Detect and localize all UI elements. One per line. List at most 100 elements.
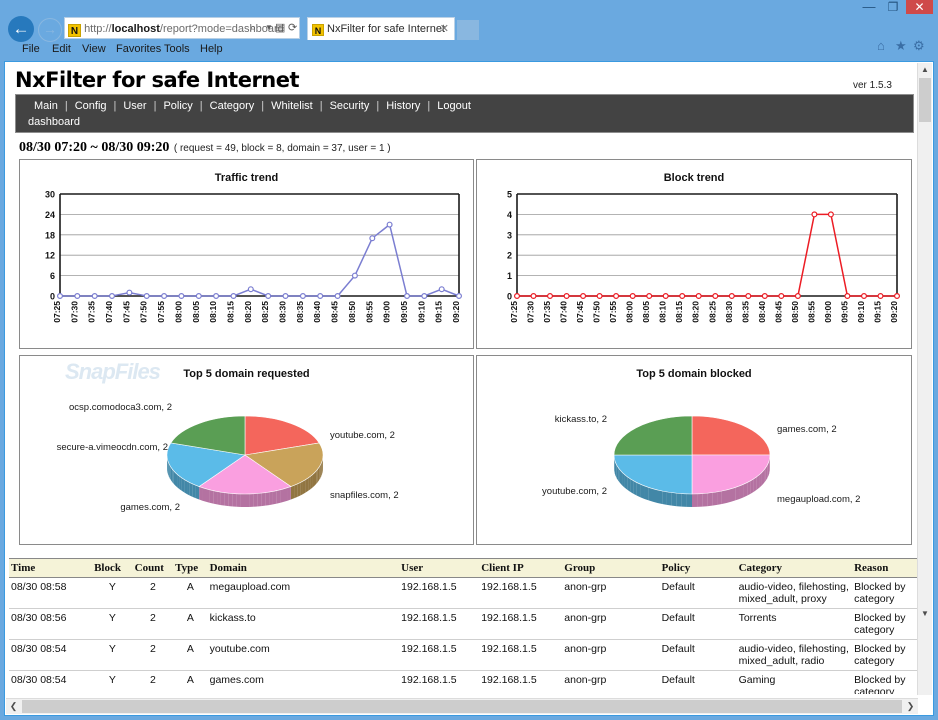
- scroll-down-icon[interactable]: ▼: [918, 607, 932, 621]
- svg-text:3: 3: [507, 230, 512, 240]
- cell-policy: Default: [660, 640, 737, 671]
- cell-count: 2: [133, 578, 174, 609]
- cell-domain: kickass.to: [208, 609, 400, 640]
- forward-icon[interactable]: →: [38, 18, 62, 42]
- cell-block: Y: [92, 671, 133, 695]
- svg-text:08:45: 08:45: [330, 301, 340, 323]
- cell-ip: 192.168.1.5: [479, 609, 562, 640]
- column-domain[interactable]: Domain: [208, 559, 400, 578]
- nav-item-policy[interactable]: Policy: [163, 100, 192, 112]
- svg-text:youtube.com, 2: youtube.com, 2: [330, 430, 395, 441]
- table-row[interactable]: 08/30 08:54Y2Agames.com192.168.1.5192.16…: [9, 671, 917, 695]
- column-type[interactable]: Type: [173, 559, 207, 578]
- vertical-scroll-thumb[interactable]: [919, 78, 931, 122]
- column-block[interactable]: Block: [92, 559, 133, 578]
- column-category[interactable]: Category: [737, 559, 853, 578]
- cell-ip: 192.168.1.5: [479, 671, 562, 695]
- cell-user: 192.168.1.5: [399, 640, 479, 671]
- cell-group: anon-grp: [562, 578, 659, 609]
- minimize-button[interactable]: —: [860, 1, 878, 13]
- svg-text:09:20: 09:20: [889, 301, 899, 323]
- nav-item-whitelist[interactable]: Whitelist: [271, 100, 313, 112]
- nav-item-history[interactable]: History: [386, 100, 420, 112]
- cell-policy: Default: [660, 671, 737, 695]
- svg-text:08:15: 08:15: [225, 301, 235, 323]
- chevron-down-icon[interactable]: ▼: [265, 17, 273, 39]
- tab-close-icon[interactable]: ✕: [440, 18, 449, 41]
- column-client-ip[interactable]: Client IP: [479, 559, 562, 578]
- search-icon[interactable]: ⌕: [250, 17, 256, 39]
- maximize-button[interactable]: ❐: [884, 1, 902, 13]
- table-row[interactable]: 08/30 08:58Y2Amegaupload.com192.168.1.51…: [9, 578, 917, 609]
- cell-domain: games.com: [208, 671, 400, 695]
- svg-text:youtube.com, 2: youtube.com, 2: [542, 486, 607, 497]
- svg-text:09:15: 09:15: [434, 301, 444, 323]
- horizontal-scrollbar[interactable]: ❮ ❯: [6, 698, 918, 714]
- menu-item-help[interactable]: Help: [200, 43, 223, 55]
- menu-item-tools[interactable]: Tools: [164, 43, 190, 55]
- subnav-item-dashboard[interactable]: dashboard: [28, 116, 80, 128]
- tab-favicon-icon: N: [312, 24, 324, 36]
- menu-item-view[interactable]: View: [82, 43, 106, 55]
- menu-item-favorites[interactable]: Favorites: [116, 43, 161, 55]
- column-user[interactable]: User: [399, 559, 479, 578]
- scroll-left-icon[interactable]: ❮: [6, 699, 21, 714]
- table-row[interactable]: 08/30 08:54Y2Ayoutube.com192.168.1.5192.…: [9, 640, 917, 671]
- menu-item-file[interactable]: File: [22, 43, 40, 55]
- column-reason[interactable]: Reason: [852, 559, 917, 578]
- vertical-scrollbar[interactable]: ▲ ▼: [917, 63, 932, 695]
- svg-text:07:40: 07:40: [104, 301, 114, 323]
- browser-tab[interactable]: NNxFilter for safe Internet ✕: [307, 17, 455, 40]
- nav-item-config[interactable]: Config: [75, 100, 107, 112]
- nav-item-main[interactable]: Main: [34, 100, 58, 112]
- svg-text:09:20: 09:20: [451, 301, 461, 323]
- nav-item-category[interactable]: Category: [210, 100, 255, 112]
- svg-text:secure-a.vimeocdn.com, 2: secure-a.vimeocdn.com, 2: [57, 442, 168, 453]
- svg-text:08:35: 08:35: [740, 301, 750, 323]
- chart-title-block: Block trend: [477, 172, 911, 184]
- cell-count: 2: [133, 671, 174, 695]
- svg-text:08:20: 08:20: [691, 301, 701, 323]
- new-tab-button[interactable]: [457, 20, 479, 40]
- compatibility-view-icon[interactable]: ▤: [275, 17, 285, 39]
- cell-group: anon-grp: [562, 640, 659, 671]
- chart-title-pie-blocked: Top 5 domain blocked: [477, 368, 911, 380]
- cell-time: 08/30 08:56: [9, 609, 92, 640]
- svg-text:07:25: 07:25: [52, 301, 62, 323]
- nav-item-security[interactable]: Security: [330, 100, 370, 112]
- cell-time: 08/30 08:54: [9, 640, 92, 671]
- dashboard-page: NxFilter for safe Internet ver 1.5.3 Mai…: [5, 62, 921, 694]
- nav-item-logout[interactable]: Logout: [437, 100, 471, 112]
- svg-text:07:30: 07:30: [526, 301, 536, 323]
- svg-text:08:10: 08:10: [658, 301, 668, 323]
- menu-item-edit[interactable]: Edit: [52, 43, 71, 55]
- cell-reason: Blocked by category: [852, 671, 917, 695]
- refresh-icon[interactable]: ⟳: [288, 17, 297, 39]
- column-count[interactable]: Count: [133, 559, 174, 578]
- close-button[interactable]: ✕: [906, 0, 933, 14]
- page-title: NxFilter for safe Internet: [15, 68, 299, 92]
- scroll-up-icon[interactable]: ▲: [918, 63, 932, 77]
- top-domain-blocked-pie: games.com, 2megaupload.com, 2youtube.com…: [477, 382, 911, 542]
- menu-bar: File Edit View Favorites Tools Help: [14, 43, 938, 59]
- cell-group: anon-grp: [562, 609, 659, 640]
- cell-type: A: [173, 609, 207, 640]
- back-icon[interactable]: ←: [8, 16, 34, 42]
- column-time[interactable]: Time: [9, 559, 92, 578]
- column-policy[interactable]: Policy: [660, 559, 737, 578]
- svg-text:07:55: 07:55: [608, 301, 618, 323]
- chart-title-traffic: Traffic trend: [20, 172, 473, 184]
- column-group[interactable]: Group: [562, 559, 659, 578]
- svg-text:07:45: 07:45: [121, 301, 131, 323]
- cell-count: 2: [133, 609, 174, 640]
- nav-item-user[interactable]: User: [123, 100, 146, 112]
- cell-category: audio-video, filehosting, mixed_adult, p…: [737, 578, 853, 609]
- cell-reason: Blocked by category: [852, 640, 917, 671]
- table-row[interactable]: 08/30 08:56Y2Akickass.to192.168.1.5192.1…: [9, 609, 917, 640]
- svg-text:07:25: 07:25: [509, 301, 519, 323]
- horizontal-scroll-thumb[interactable]: [22, 700, 902, 713]
- scroll-right-icon[interactable]: ❯: [903, 699, 918, 714]
- svg-text:5: 5: [507, 190, 512, 200]
- table-body: 08/30 08:58Y2Amegaupload.com192.168.1.51…: [9, 578, 917, 695]
- svg-text:08:30: 08:30: [724, 301, 734, 323]
